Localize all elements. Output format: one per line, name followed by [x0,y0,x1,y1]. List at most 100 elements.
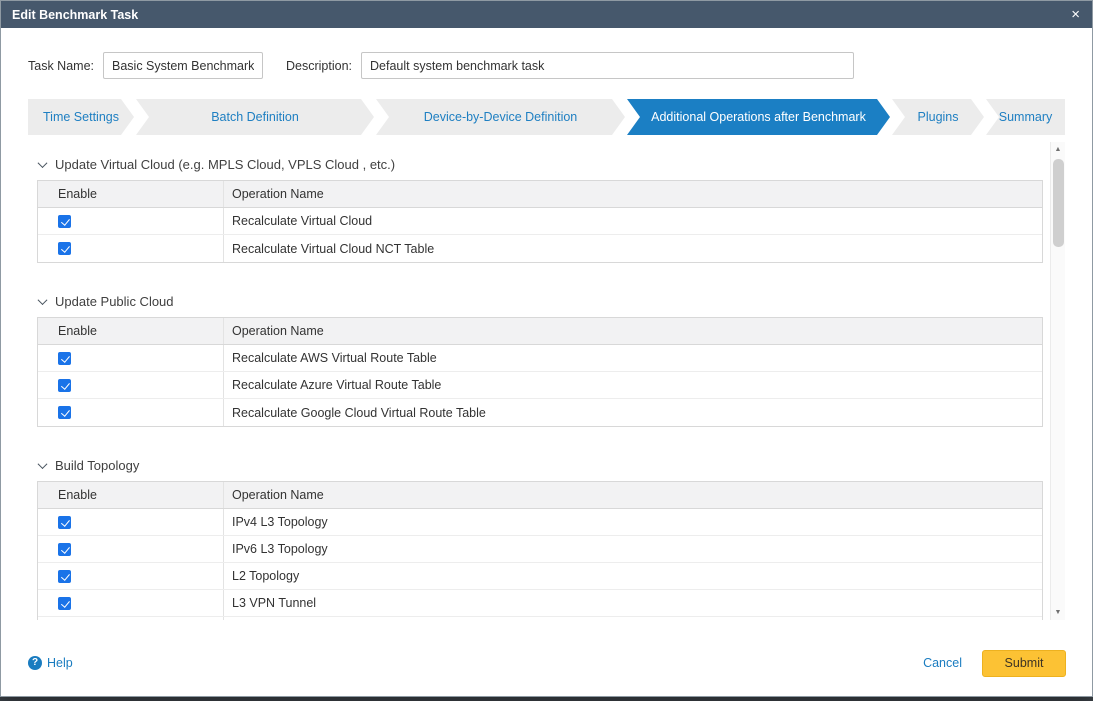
wizard-tab-label: Additional Operations after Benchmark [651,110,866,124]
operation-name-cell: Recalculate Virtual Cloud NCT Table [224,235,1042,262]
close-icon[interactable]: × [1071,7,1080,22]
operation-name-label: Recalculate Virtual Cloud NCT Table [232,242,434,256]
task-form-row: Task Name: Description: [28,52,1065,79]
section-title: Build Topology [55,458,139,473]
help-label: Help [47,656,73,670]
column-header-operation-name: Operation Name [224,482,1042,508]
wizard-tabs: Time Settings Batch Definition Device-by… [28,99,1065,135]
description-input[interactable] [361,52,854,79]
help-icon: ? [28,656,42,670]
vertical-scrollbar[interactable]: ▲ ▼ [1050,142,1065,620]
table-header-row: Enable Operation Name [38,318,1042,345]
dialog-titlebar: Edit Benchmark Task × [1,1,1092,28]
section-header[interactable]: Build Topology [39,455,1043,475]
enable-cell [38,536,224,562]
dialog-title: Edit Benchmark Task [12,8,138,22]
table-row: L3 VPN Tunnel [38,590,1042,617]
enable-checkbox[interactable] [58,570,71,583]
task-name-label: Task Name: [28,59,94,73]
operation-name-cell: Logical Topology [224,617,1042,620]
operation-name-cell: Recalculate Azure Virtual Route Table [224,372,1042,398]
table-row: Recalculate Google Cloud Virtual Route T… [38,399,1042,426]
table-body: Recalculate Virtual Cloud Recalculate Vi… [38,208,1042,262]
scrollbar-up-arrow-icon[interactable]: ▲ [1051,142,1065,157]
description-label: Description: [286,59,352,73]
table-row: Recalculate Azure Virtual Route Table [38,372,1042,399]
table-row: IPv6 L3 Topology [38,536,1042,563]
operations-table: Enable Operation Name IPv4 L3 Topology I… [37,481,1043,620]
operations-content: Update Virtual Cloud (e.g. MPLS Cloud, V… [28,142,1065,620]
enable-cell [38,399,224,426]
chevron-down-icon [38,295,48,305]
enable-checkbox[interactable] [58,242,71,255]
wizard-tab-label: Summary [999,110,1052,124]
wizard-tab-4[interactable]: Plugins [892,99,984,135]
wizard-tab-1[interactable]: Batch Definition [136,99,374,135]
operation-section: Build Topology Enable Operation Name IPv… [37,455,1043,620]
enable-checkbox[interactable] [58,543,71,556]
enable-checkbox[interactable] [58,516,71,529]
sections-container: Update Virtual Cloud (e.g. MPLS Cloud, V… [28,142,1065,620]
enable-checkbox[interactable] [58,597,71,610]
task-name-input[interactable] [103,52,263,79]
operation-section: Update Public Cloud Enable Operation Nam… [37,291,1043,427]
cancel-button[interactable]: Cancel [923,656,962,670]
wizard-tab-label: Time Settings [43,110,119,124]
section-header[interactable]: Update Public Cloud [39,291,1043,311]
operation-name-cell: IPv6 L3 Topology [224,536,1042,562]
operation-name-cell: L2 Topology [224,563,1042,589]
operation-name-label: L3 VPN Tunnel [232,596,316,610]
column-header-operation-name: Operation Name [224,318,1042,344]
operations-table: Enable Operation Name Recalculate Virtua… [37,180,1043,263]
wizard-tab-3[interactable]: Additional Operations after Benchmark [627,99,890,135]
enable-cell [38,563,224,589]
table-row: IPv4 L3 Topology [38,509,1042,536]
operations-table: Enable Operation Name Recalculate AWS Vi… [37,317,1043,427]
edit-benchmark-task-dialog: Edit Benchmark Task × Task Name: Descrip… [0,0,1093,697]
table-body: IPv4 L3 Topology IPv6 L3 Topology L2 Top… [38,509,1042,620]
enable-cell [38,345,224,371]
enable-checkbox[interactable] [58,406,71,419]
wizard-tab-5[interactable]: Summary [986,99,1065,135]
table-header-row: Enable Operation Name [38,181,1042,208]
table-row: Logical Topology [38,617,1042,620]
column-header-enable: Enable [38,318,224,344]
wizard-tab-label: Device-by-Device Definition [424,110,578,124]
section-title: Update Virtual Cloud (e.g. MPLS Cloud, V… [55,157,395,172]
enable-cell [38,208,224,234]
operation-name-cell: Recalculate Google Cloud Virtual Route T… [224,399,1042,426]
table-row: Recalculate AWS Virtual Route Table [38,345,1042,372]
section-title: Update Public Cloud [55,294,174,309]
table-body: Recalculate AWS Virtual Route Table Reca… [38,345,1042,426]
enable-checkbox[interactable] [58,379,71,392]
scrollbar-thumb[interactable] [1053,159,1064,247]
wizard-tab-2[interactable]: Device-by-Device Definition [376,99,625,135]
operation-name-cell: Recalculate Virtual Cloud [224,208,1042,234]
submit-button[interactable]: Submit [982,650,1066,677]
table-row: Recalculate Virtual Cloud [38,208,1042,235]
chevron-down-icon [38,459,48,469]
chevron-down-icon [38,158,48,168]
operation-name-label: Recalculate AWS Virtual Route Table [232,351,437,365]
operation-name-label: IPv6 L3 Topology [232,542,328,556]
operation-section: Update Virtual Cloud (e.g. MPLS Cloud, V… [37,154,1043,263]
enable-checkbox[interactable] [58,215,71,228]
operation-name-cell: Recalculate AWS Virtual Route Table [224,345,1042,371]
column-header-enable: Enable [38,482,224,508]
table-row: L2 Topology [38,563,1042,590]
enable-checkbox[interactable] [58,352,71,365]
section-header[interactable]: Update Virtual Cloud (e.g. MPLS Cloud, V… [39,154,1043,174]
dialog-footer: ? Help Cancel Submit [1,634,1092,696]
table-header-row: Enable Operation Name [38,482,1042,509]
column-header-enable: Enable [38,181,224,207]
operation-name-cell: L3 VPN Tunnel [224,590,1042,616]
scrollbar-down-arrow-icon[interactable]: ▼ [1051,605,1065,620]
operation-name-label: L2 Topology [232,569,299,583]
wizard-tab-0[interactable]: Time Settings [28,99,134,135]
operation-name-cell: IPv4 L3 Topology [224,509,1042,535]
table-row: Recalculate Virtual Cloud NCT Table [38,235,1042,262]
help-link[interactable]: ? Help [28,656,73,670]
operation-name-label: Recalculate Google Cloud Virtual Route T… [232,406,486,420]
enable-cell [38,235,224,262]
operation-name-label: IPv4 L3 Topology [232,515,328,529]
